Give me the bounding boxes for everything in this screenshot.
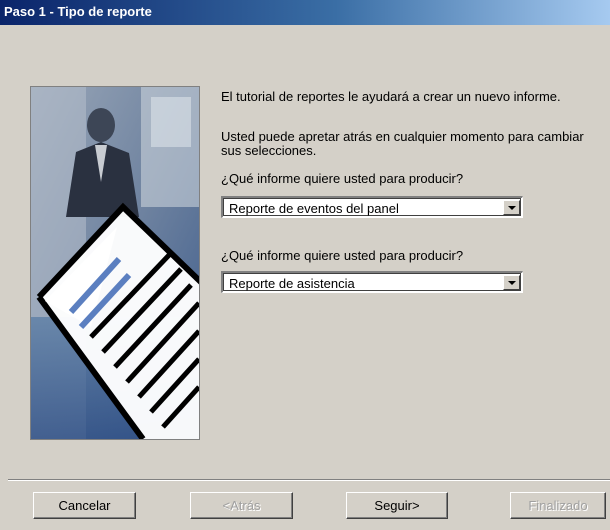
report-type-select-2[interactable]: Reporte de asistencia — [221, 271, 523, 293]
report-type-value-1: Reporte de eventos del panel — [229, 201, 399, 216]
cancel-button[interactable]: Cancelar — [33, 492, 136, 519]
wizard-illustration — [30, 86, 200, 440]
button-separator — [8, 479, 610, 481]
report-type-value-2: Reporte de asistencia — [229, 276, 355, 291]
window-title: Paso 1 - Tipo de reporte — [4, 4, 152, 19]
chevron-down-icon — [508, 206, 516, 210]
next-button[interactable]: Seguir> — [346, 492, 448, 519]
report-type-select-1[interactable]: Reporte de eventos del panel — [221, 196, 523, 218]
report-type-label-1: ¿Qué informe quiere usted para producir? — [221, 171, 464, 186]
title-bar: Paso 1 - Tipo de reporte — [0, 0, 610, 25]
intro-text-2: Usted puede apretar atrás en cualquier m… — [221, 129, 584, 158]
chevron-down-icon — [508, 281, 516, 285]
intro-text-1: El tutorial de reportes le ayudará a cre… — [221, 89, 561, 104]
report-type-label-2: ¿Qué informe quiere usted para producir? — [221, 248, 464, 263]
dropdown-button-2[interactable] — [503, 275, 520, 290]
finish-button[interactable]: Finalizado — [510, 492, 606, 519]
dropdown-button-1[interactable] — [503, 200, 520, 215]
back-button[interactable]: <Atrás — [190, 492, 293, 519]
